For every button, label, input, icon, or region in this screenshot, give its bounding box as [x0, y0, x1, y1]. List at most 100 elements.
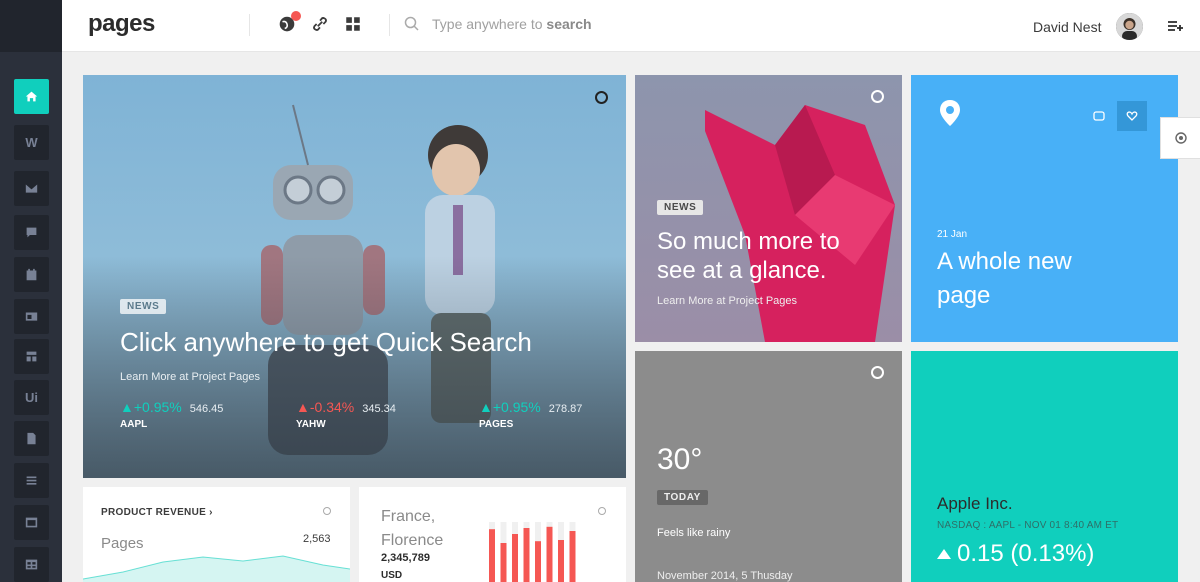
- window-icon[interactable]: [14, 505, 49, 540]
- stock-item-aapl: ▲+0.95% 546.45 AAPL: [120, 399, 223, 430]
- weather-description: Feels like rainy: [657, 527, 731, 539]
- location-pin-icon: [940, 100, 960, 126]
- hero-gradient-overlay: [83, 256, 626, 478]
- temperature: 30°: [657, 443, 703, 476]
- hero-subtitle-link[interactable]: Learn More at Project Pages: [120, 371, 260, 383]
- stock-item-pages: ▲+0.95% 278.87 PAGES: [479, 399, 582, 430]
- stock-change-value: +0.95%: [492, 399, 541, 415]
- feature-title-line2: page: [937, 282, 991, 309]
- company-name: Apple Inc.: [937, 494, 1013, 513]
- bar: [535, 541, 541, 582]
- today-badge: TODAY: [657, 490, 708, 505]
- header-divider: [249, 14, 250, 36]
- table-icon[interactable]: [14, 547, 49, 582]
- revenue-sparkline: [83, 555, 350, 582]
- feature-title-line1: A whole new: [937, 248, 1072, 275]
- home-icon[interactable]: [14, 79, 49, 114]
- revenue-title-text: PRODUCT REVENUE: [101, 507, 207, 518]
- bar: [546, 526, 553, 582]
- stock-change: ▲+0.95%: [479, 399, 541, 415]
- bar: [500, 543, 507, 582]
- weather-date: November 2014, 5 Thusday: [657, 570, 793, 582]
- eye-icon: [1174, 132, 1187, 144]
- list-icon[interactable]: [14, 463, 49, 498]
- news-tile-origami[interactable]: NEWS So much more to see at a glance. Le…: [635, 75, 902, 342]
- feature-title[interactable]: A whole new page: [937, 245, 1072, 313]
- search-icon: [404, 16, 419, 31]
- tile-indicator-icon[interactable]: [871, 366, 884, 379]
- search-input[interactable]: Type anywhere to search: [432, 16, 592, 32]
- file-icon[interactable]: [14, 421, 49, 456]
- city-name: France, Florence: [381, 505, 461, 553]
- revenue-value: 2,563: [303, 533, 331, 545]
- bar: [512, 534, 518, 582]
- news-badge: NEWS: [657, 200, 704, 215]
- top-header: pages Type anywhere to search David Nest: [62, 0, 1200, 52]
- calendar-icon[interactable]: [14, 257, 49, 292]
- stock-price: 278.87: [548, 403, 583, 415]
- tile-indicator-icon[interactable]: [871, 90, 884, 103]
- card-indicator-icon[interactable]: [598, 507, 606, 515]
- heart-icon[interactable]: [1117, 101, 1147, 131]
- sidebar-item-w[interactable]: W: [14, 125, 49, 160]
- sidebar-item-label: Ui: [25, 390, 38, 405]
- notification-dot: [291, 11, 301, 21]
- revenue-title[interactable]: PRODUCT REVENUE ›: [101, 507, 213, 518]
- user-name[interactable]: David Nest: [1033, 19, 1101, 35]
- comment-icon[interactable]: [1084, 101, 1114, 131]
- news-title[interactable]: So much more to see at a glance.: [657, 227, 857, 285]
- mail-icon[interactable]: [14, 171, 49, 206]
- stock-symbol: AAPL: [120, 419, 148, 430]
- stock-price: 345.34: [362, 403, 396, 415]
- link-icon[interactable]: [311, 15, 329, 33]
- card-indicator-icon[interactable]: [323, 507, 331, 515]
- hero-news-tile[interactable]: NEWS Click anywhere to get Quick Search …: [83, 75, 626, 478]
- triangle-up-icon: [937, 549, 951, 559]
- quickview-toggle[interactable]: [1160, 117, 1200, 159]
- stock-change-large: 0.15 (0.13%): [937, 540, 1094, 568]
- sidebar: W Ui: [0, 0, 62, 582]
- bar: [489, 529, 495, 582]
- apps-grid-icon[interactable]: [344, 15, 362, 33]
- chevron-right-icon: ›: [209, 507, 213, 518]
- city-name-line2: Florence: [381, 532, 444, 549]
- city-currency: USD: [381, 570, 403, 581]
- blue-feature-tile[interactable]: 21 Jan A whole new page: [911, 75, 1178, 342]
- quickview-menu-icon[interactable]: [1166, 17, 1184, 35]
- city-name-line1: France,: [381, 508, 436, 525]
- hero-title[interactable]: Click anywhere to get Quick Search: [120, 327, 532, 358]
- news-badge: NEWS: [120, 299, 167, 314]
- city-value: 2,345,789: [381, 552, 430, 564]
- search-bar[interactable]: Type anywhere to search: [404, 16, 592, 32]
- feature-date: 21 Jan: [937, 229, 968, 240]
- stock-change: ▲-0.34%: [296, 399, 355, 415]
- stock-change-value: -0.34%: [309, 399, 355, 415]
- stock-change-value: 0.15 (0.13%): [957, 540, 1095, 567]
- tile-indicator-icon[interactable]: [595, 91, 608, 104]
- stock-price: 546.45: [189, 403, 224, 415]
- chat-icon[interactable]: [14, 215, 49, 250]
- notifications-globe-icon[interactable]: [278, 11, 301, 33]
- layout-icon[interactable]: [14, 299, 49, 334]
- weather-tile[interactable]: 30° TODAY Feels like rainy November 2014…: [635, 351, 902, 582]
- sidebar-header: [0, 0, 62, 52]
- app-logo: pages: [88, 10, 155, 37]
- stock-symbol: PAGES: [479, 419, 514, 430]
- city-bar-chart: [489, 522, 576, 582]
- sidebar-item-label: W: [25, 135, 38, 150]
- search-placeholder-bold: search: [546, 16, 592, 32]
- header-divider: [389, 14, 390, 36]
- bar: [569, 531, 576, 582]
- sidebar-item-ui[interactable]: Ui: [14, 380, 49, 415]
- stock-change: ▲+0.95%: [120, 399, 182, 415]
- news-subtitle-link[interactable]: Learn More at Project Pages: [657, 295, 797, 307]
- avatar[interactable]: [1116, 13, 1143, 40]
- product-revenue-card[interactable]: PRODUCT REVENUE › Pages 2,563: [83, 487, 350, 582]
- grid-icon[interactable]: [14, 339, 49, 374]
- stock-symbol: YAHW: [296, 419, 326, 430]
- stock-quote-tile[interactable]: Apple Inc. NASDAQ : AAPL - NOV 01 8:40 A…: [911, 351, 1178, 582]
- city-revenue-card[interactable]: France, Florence 2,345,789 USD: [359, 487, 626, 582]
- stock-change-value: +0.95%: [133, 399, 182, 415]
- bar: [523, 528, 530, 582]
- stock-meta: NASDAQ : AAPL - NOV 01 8:40 AM ET: [937, 520, 1119, 531]
